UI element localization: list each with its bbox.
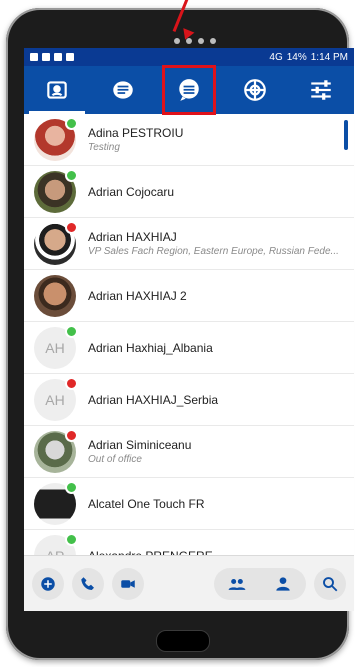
contact-status-text: VP Sales Fach Region, Eastern Europe, Ru…: [88, 246, 339, 257]
contact-row[interactable]: AH Adrian Haxhiaj_Albania: [24, 322, 354, 374]
home-button[interactable]: [156, 630, 210, 652]
notification-icon: [30, 53, 38, 61]
contact-text: Adrian Cojocaru: [88, 185, 174, 199]
top-tab-bar: [24, 65, 354, 115]
contact-name: Adina PESTROIU: [88, 126, 184, 140]
contact-text: Adrian Siminiceanu Out of office: [88, 438, 191, 465]
contact-row[interactable]: Adrian HAXHIAJ 2: [24, 270, 354, 322]
contacts-icon: [47, 81, 67, 99]
warning-icon: [42, 53, 50, 61]
contact-text: Adina PESTROIU Testing: [88, 126, 183, 153]
search-button[interactable]: [314, 567, 346, 600]
avatar-container: AH: [34, 376, 78, 421]
contact-row[interactable]: Alcatel One Touch FR: [24, 478, 354, 530]
contact-row[interactable]: AH Adrian HAXHIAJ_Serbia: [24, 374, 354, 426]
contact-row[interactable]: Adrian HAXHIAJ VP Sales Fach Region, East…: [24, 218, 354, 270]
avatar-container: [34, 116, 78, 161]
call-button[interactable]: [72, 567, 104, 600]
contact-name: Adrian Haxhiaj_Albania: [88, 340, 213, 355]
message-icon: [66, 53, 74, 61]
presence-indicator: [65, 376, 78, 390]
view-actions: [214, 567, 346, 600]
contact-name: Adrian HAXHIAJ_Serbia: [88, 392, 219, 407]
contact-text: Adrian HAXHIAJ 2: [88, 289, 187, 303]
avatar-container: [34, 428, 78, 473]
presence-indicator: [65, 220, 78, 234]
user-icon: [276, 576, 290, 591]
chat-add-icon: [41, 576, 55, 591]
network-indicator: 4G: [269, 51, 283, 63]
contact-name: Alcatel One Touch FR: [88, 496, 205, 511]
contact-name: Adrian Cojocaru: [88, 184, 175, 199]
bubbles-network-icon: [244, 79, 266, 101]
search-icon: [323, 576, 338, 591]
avatar-container: [34, 220, 78, 265]
presence-indicator: [65, 532, 78, 546]
user-view-button[interactable]: [260, 568, 306, 600]
tab-contacts[interactable]: [29, 70, 85, 114]
image-icon: [54, 53, 62, 61]
presence-indicator: [65, 480, 78, 494]
status-bar: 4G 14% 1:14 PM: [24, 48, 354, 66]
call-actions: [32, 567, 144, 600]
contact-row[interactable]: Adina PESTROIU Testing: [24, 114, 354, 166]
battery-level: 14%: [286, 51, 307, 63]
tab-conversations[interactable]: [162, 65, 216, 115]
contact-name: Adrian HAXHIAJ 2: [88, 288, 187, 303]
avatar-container: [34, 274, 76, 317]
clock: 1:14 PM: [310, 51, 348, 63]
settings-sliders-icon: [311, 80, 331, 100]
contact-status-text: Testing: [88, 142, 120, 153]
view-toggle: [214, 567, 306, 600]
scrollbar-thumb[interactable]: [344, 120, 348, 150]
contact-row[interactable]: Adrian Siminiceanu Out of office: [24, 426, 354, 478]
video-call-button[interactable]: [112, 567, 144, 600]
tab-chats[interactable]: [101, 70, 145, 110]
video-camera-icon: [121, 579, 135, 588]
avatar-container: [34, 480, 78, 525]
contact-list[interactable]: Adina PESTROIU Testing Adrian Cojocaru Adri…: [24, 114, 354, 582]
avatar-container: [34, 168, 78, 213]
presence-indicator: [65, 168, 78, 182]
contact-name: Adrian Siminiceanu: [88, 438, 192, 452]
notification-icons: [30, 53, 74, 61]
bottom-action-bar: [24, 555, 354, 611]
presence-indicator: [65, 428, 78, 442]
contact-row[interactable]: Adrian Cojocaru: [24, 166, 354, 218]
contact-text: Alcatel One Touch FR: [88, 497, 205, 511]
tab-bubbles[interactable]: [233, 70, 277, 110]
contact-text: Adrian HAXHIAJ_Serbia: [88, 393, 218, 407]
group-view-button[interactable]: [214, 568, 260, 600]
avatar-photo: [34, 274, 76, 317]
contact-text: Adrian Haxhiaj_Albania: [88, 341, 213, 355]
tab-settings[interactable]: [299, 70, 343, 110]
app-screen: 4G 14% 1:14 PM Adina PESTROIU Testing Adri…: [24, 48, 354, 611]
group-users-icon: [228, 578, 246, 590]
presence-indicator: [65, 116, 78, 130]
chat-list-icon: [113, 81, 133, 99]
presence-indicator: [65, 324, 78, 338]
phone-icon: [81, 576, 94, 590]
contact-name: Adrian HAXHIAJ: [88, 230, 177, 244]
contact-text: Adrian HAXHIAJ VP Sales Fach Region, East…: [88, 230, 339, 257]
status-right: 4G 14% 1:14 PM: [269, 52, 348, 63]
speaker-grille: [174, 38, 216, 44]
avatar-container: AH: [34, 324, 78, 369]
conversation-bubble-icon: [179, 79, 199, 101]
new-conversation-button[interactable]: [32, 567, 64, 600]
contact-status-text: Out of office: [88, 454, 142, 465]
